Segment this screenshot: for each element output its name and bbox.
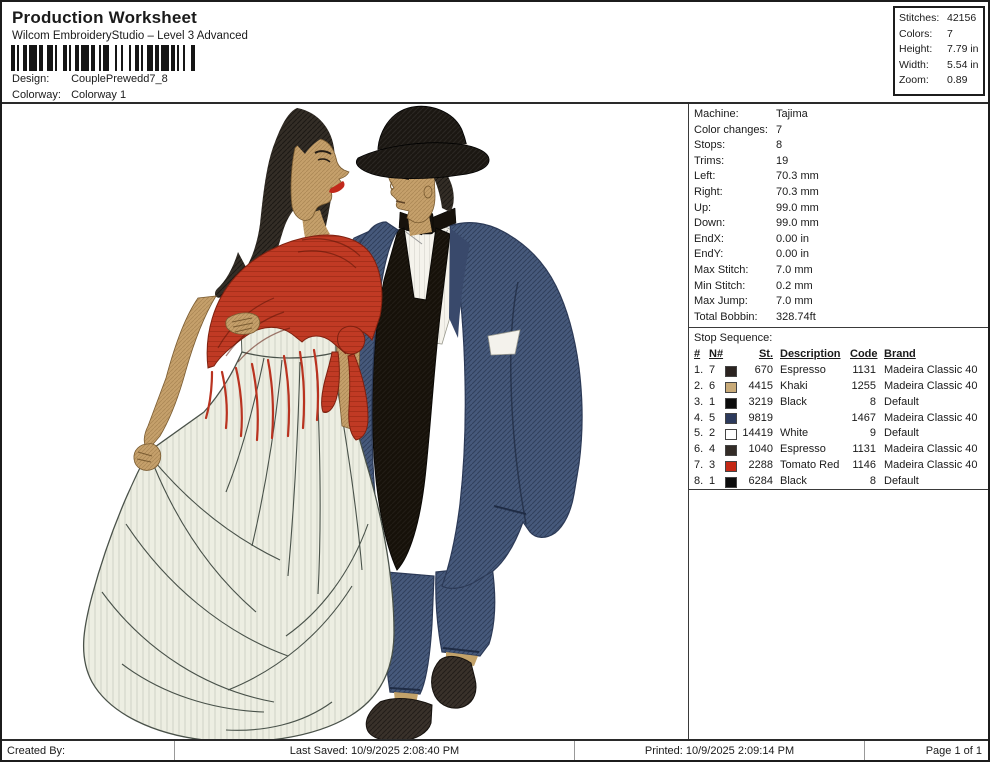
thread-color-swatch	[725, 429, 737, 441]
header: Production Worksheet Wilcom EmbroiderySt…	[2, 2, 988, 104]
design-canvas	[2, 104, 688, 743]
embroidery-design-preview	[82, 105, 583, 743]
footer: Created By: Last Saved: 10/9/2025 2:08:4…	[2, 739, 988, 760]
stat-width: Width: 5.54 in	[899, 58, 979, 71]
info-panel: Machine: Tajima Color changes: 7 Stops: 8 T…	[688, 104, 988, 741]
stop-sequence-header: # N# St. Description Code Brand	[694, 348, 916, 361]
page-number: Page 1 of 1	[864, 741, 988, 760]
colorway-row: Colorway: Colorway 1	[12, 89, 126, 101]
hat	[355, 105, 490, 180]
page-title: Production Worksheet	[12, 8, 198, 27]
stop-sequence: Stop Sequence: # N# St. Description Code…	[689, 327, 988, 491]
stop-sequence-row: 2. 6 4415 Khaki 1255 Madeira Classic 40	[694, 379, 978, 393]
created-by: Created By:	[7, 744, 66, 757]
stats-box: Stitches: 42156 Colors: 7 Height: 7.79 in W…	[893, 6, 985, 96]
design-value: CouplePrewedd7_8	[71, 73, 168, 85]
last-saved: Last Saved: 10/9/2025 2:08:40 PM	[174, 741, 574, 760]
thread-color-swatch	[725, 397, 737, 409]
colorway-value: Colorway 1	[71, 89, 127, 101]
machine-info: Machine: Tajima Color changes: 7 Stops: 8 T…	[694, 108, 819, 323]
stat-stitches: Stitches: 42156	[899, 12, 977, 24]
stop-sequence-row: 8. 1 6284 Black 8 Default	[694, 474, 919, 488]
thread-color-swatch	[725, 460, 737, 472]
stop-sequence-row: 1. 7 670 Espresso 1131 Madeira Classic 40	[694, 364, 978, 377]
thread-color-swatch	[725, 381, 737, 393]
barcode	[11, 45, 197, 71]
thread-color-swatch	[725, 413, 737, 425]
design-label: Design:	[12, 73, 50, 85]
stop-sequence-row: 7. 3 2288 Tomato Red 1146 Madeira Classic 40	[694, 458, 978, 472]
stat-height: Height: 7.79 in	[899, 43, 979, 56]
woman-figure	[82, 108, 395, 743]
stop-sequence-title: Stop Sequence:	[694, 332, 773, 345]
stop-sequence-table: # N# St. Description Code Brand 1. 7 670 Es…	[694, 347, 988, 489]
stat-zoom: Zoom: 0.89	[899, 74, 968, 87]
design-row: Design: CouplePrewedd7_8	[12, 73, 168, 85]
colorway-label: Colorway:	[12, 89, 61, 101]
stop-sequence-row: 5. 2 14419 White 9 Default	[694, 427, 919, 441]
production-worksheet: Production Worksheet Wilcom EmbroiderySt…	[0, 0, 990, 762]
main-area: Machine: Tajima Color changes: 7 Stops: 8 T…	[2, 104, 988, 743]
stop-sequence-row: 3. 1 3219 Black 8 Default	[694, 395, 919, 409]
thread-color-swatch	[725, 366, 737, 377]
stat-colors: Colors: 7	[899, 27, 953, 40]
stop-sequence-row: 4. 5 9819 1467 Madeira Classic 40	[694, 411, 978, 425]
printed-timestamp: Printed: 10/9/2025 2:09:14 PM	[574, 741, 864, 760]
thread-color-swatch	[725, 444, 737, 456]
thread-color-swatch	[725, 476, 737, 488]
app-subtitle: Wilcom EmbroideryStudio – Level 3 Advanc…	[12, 30, 248, 42]
stop-sequence-row: 6. 4 1040 Espresso 1131 Madeira Classic 40	[694, 443, 978, 456]
